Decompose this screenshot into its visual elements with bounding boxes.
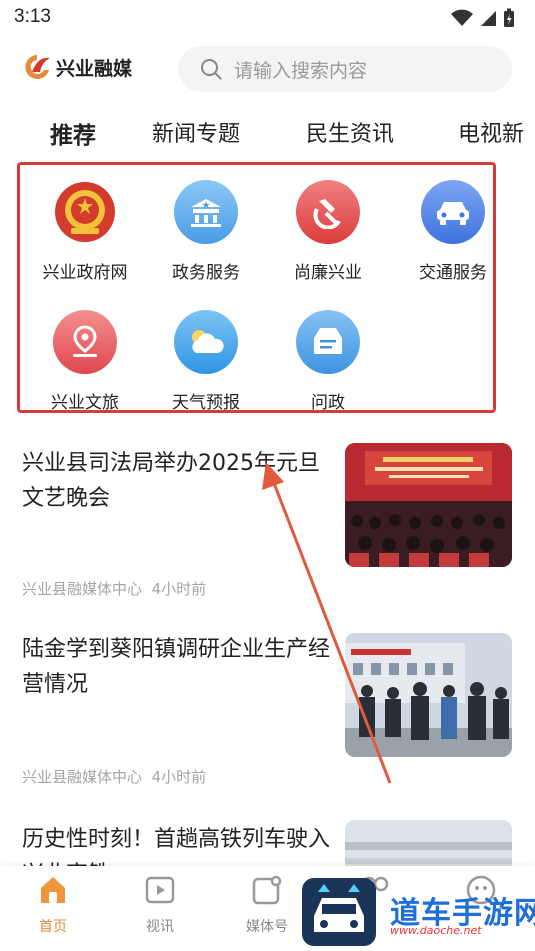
signal-icon bbox=[481, 11, 496, 26]
service-label: 天气预报 bbox=[172, 393, 240, 413]
status-icons bbox=[451, 8, 515, 28]
news-item[interactable]: 陆金学到葵阳镇调研企业生产经营情况 兴业县融媒体中心 4小时前 bbox=[0, 630, 535, 800]
tab-tv[interactable]: 电视新 bbox=[458, 116, 524, 148]
battery-icon bbox=[504, 8, 514, 27]
logo-text: 兴业融媒 bbox=[56, 57, 133, 80]
car-icon bbox=[421, 180, 485, 244]
news-meta: 兴业县融媒体中心 4小时前 bbox=[22, 578, 206, 599]
news-time: 4小时前 bbox=[151, 580, 207, 598]
service-label: 尚廉兴业 bbox=[294, 263, 362, 283]
nav-home[interactable]: 首页 bbox=[18, 874, 88, 936]
video-play-icon bbox=[145, 876, 175, 904]
service-label: 政务服务 bbox=[172, 263, 240, 283]
news-time: 4小时前 bbox=[151, 768, 207, 786]
service-clean-government[interactable]: 尚廉兴业 bbox=[278, 180, 378, 283]
wifi-icon bbox=[451, 9, 473, 26]
news-meta: 兴业县融媒体中心 4小时前 bbox=[22, 766, 206, 787]
nav-label: 媒体号 bbox=[246, 919, 288, 935]
national-emblem-icon bbox=[53, 180, 117, 244]
news-source: 兴业县融媒体中心 bbox=[22, 768, 143, 786]
media-account-icon bbox=[252, 875, 282, 905]
tab-news-topics[interactable]: 新闻专题 bbox=[152, 116, 240, 148]
status-time: 3:13 bbox=[14, 6, 51, 27]
party-emblem-icon bbox=[296, 180, 360, 244]
news-title: 陆金学到葵阳镇调研企业生产经营情况 bbox=[22, 637, 331, 697]
logo-icon bbox=[25, 55, 50, 79]
search-icon bbox=[201, 59, 222, 80]
tab-livelihood[interactable]: 民生资讯 bbox=[306, 116, 394, 148]
tab-recommend[interactable]: 推荐 bbox=[50, 116, 96, 150]
map-pin-icon bbox=[53, 310, 117, 374]
news-title: 兴业县司法局举办2025年元旦文艺晚会 bbox=[22, 451, 320, 511]
search-placeholder: 请输入搜索内容 bbox=[234, 59, 368, 82]
inbox-doc-icon bbox=[296, 310, 360, 374]
news-item[interactable]: 历史性时刻！首趟高铁列车驶入兴业高铁 bbox=[0, 820, 535, 887]
service-label: 兴业文旅 bbox=[51, 393, 119, 413]
news-thumbnail bbox=[345, 443, 512, 567]
search-input[interactable]: 请输入搜索内容 bbox=[178, 46, 512, 92]
app-logo[interactable]: 兴业融媒 bbox=[22, 52, 132, 82]
nav-label: 视讯 bbox=[146, 919, 174, 935]
watermark: 道车手游网 www.daoche.net bbox=[298, 874, 535, 951]
service-inquiry[interactable]: 问政 bbox=[278, 310, 378, 413]
status-bar: 3:13 bbox=[0, 0, 535, 36]
nav-video[interactable]: 视讯 bbox=[125, 874, 195, 936]
channel-tabs: 推荐 新闻专题 民生资讯 电视新 bbox=[0, 110, 535, 156]
service-label: 交通服务 bbox=[419, 263, 487, 283]
service-tourism[interactable]: 兴业文旅 bbox=[35, 310, 135, 413]
service-label: 兴业政府网 bbox=[42, 263, 128, 283]
service-grid: 兴业政府网 政务服务 尚廉兴业 交通服务 兴业文旅 天气预报 问政 bbox=[17, 162, 496, 413]
watermark-sub: www.daoche.net bbox=[390, 924, 482, 937]
service-government-affairs[interactable]: 政务服务 bbox=[156, 180, 256, 283]
service-government-site[interactable]: 兴业政府网 bbox=[35, 180, 135, 283]
watermark-logo-icon bbox=[302, 878, 376, 946]
top-bar: 兴业融媒 请输入搜索内容 bbox=[0, 40, 535, 100]
weather-cloud-icon bbox=[174, 310, 238, 374]
home-icon bbox=[41, 877, 65, 903]
news-item[interactable]: 兴业县司法局举办2025年元旦文艺晚会 兴业县融媒体中心 4小时前 bbox=[0, 440, 535, 610]
service-traffic[interactable]: 交通服务 bbox=[403, 180, 503, 283]
government-building-icon bbox=[174, 180, 238, 244]
service-label: 问政 bbox=[311, 393, 345, 413]
news-thumbnail bbox=[345, 633, 512, 757]
nav-label: 首页 bbox=[39, 919, 67, 935]
service-weather[interactable]: 天气预报 bbox=[156, 310, 256, 413]
news-source: 兴业县融媒体中心 bbox=[22, 580, 143, 598]
nav-media-account[interactable]: 媒体号 bbox=[232, 874, 302, 936]
